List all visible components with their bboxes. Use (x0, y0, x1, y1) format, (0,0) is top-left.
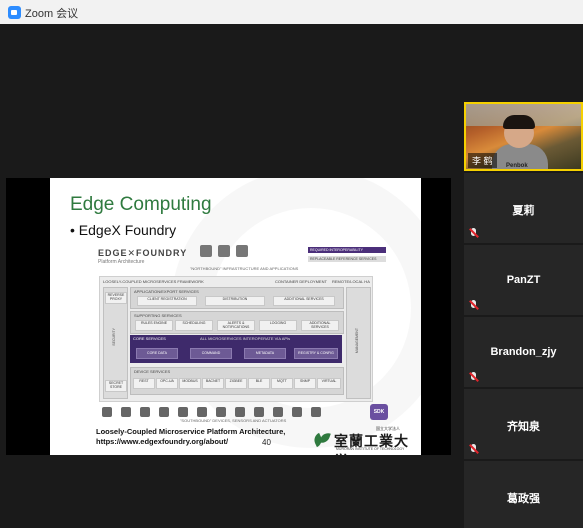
supp-box: RULES ENGINE (135, 320, 173, 331)
university-emblem-icon (312, 430, 332, 448)
app-services-label: APPLICATION/EXPORT SERVICES (134, 289, 199, 294)
app-box: ADDITIONAL SERVICES (273, 296, 335, 306)
caption-url: https://www.edgexfoundry.org/about/ (96, 437, 229, 446)
speaker-name: 李 鹤 (468, 153, 497, 168)
edgex-logo-subtitle: Platform Architecture (98, 259, 145, 265)
app-box: DISTRIBUTION (205, 296, 265, 306)
cloud-server-icons (200, 244, 260, 262)
router-icon (200, 245, 212, 257)
participant-tile[interactable]: 齐知泉 (464, 389, 583, 459)
management-label: MANAGEMENT (355, 328, 359, 354)
device-box: OPC-UA (156, 378, 178, 389)
window-titlebar: Zoom 会议 (0, 0, 583, 25)
caption-line: Loosely-Coupled Microservice Platform Ar… (96, 427, 286, 436)
participants-panel: Penbok 李 鹤 夏莉 PanZT Brandon_zjy 齐知泉 葛政强 (462, 24, 583, 528)
remote-label: REMOTE/LOCAL HA (332, 279, 370, 284)
supp-box: ALERTS & NOTIFICATIONS (217, 320, 255, 331)
supp-box: ADDITIONAL SERVICES (301, 320, 339, 331)
core-box: CORE DATA (136, 348, 178, 359)
device-box: REST (133, 378, 155, 389)
mic-muted-icon (469, 300, 478, 311)
core-label: CORE SERVICES (133, 336, 166, 341)
core-box: REGISTRY & CONFIG (294, 348, 338, 359)
mic-muted-icon (469, 372, 478, 383)
slide-bullet: • EdgeX Foundry (70, 222, 177, 238)
legend-replaceable: REPLACEABLE REFERENCE SERVICES (308, 256, 386, 262)
mic-muted-icon (469, 444, 478, 455)
participant-name: Brandon_zjy (490, 346, 557, 358)
device-icon (273, 407, 283, 417)
device-box: BLE (248, 378, 270, 389)
device-icon (235, 407, 245, 417)
slide-heading: Edge Computing (70, 194, 212, 215)
window-title: Zoom 会议 (25, 8, 79, 20)
security-column: REVERSE PROXY SECURITY SECRET STORE (103, 287, 128, 399)
architecture-diagram: LOOSELY-COUPLED MICROSERVICES FRAMEWORK … (99, 276, 373, 402)
device-box: MQTT (271, 378, 293, 389)
mic-muted-icon (469, 228, 478, 239)
supp-box: SCHEDULING (175, 320, 213, 331)
device-box: SNMP (294, 378, 316, 389)
app-box: CLIENT REGISTRATION (137, 296, 197, 306)
arch-title: LOOSELY-COUPLED MICROSERVICES FRAMEWORK (103, 279, 204, 284)
device-box: ZIGBEE (225, 378, 247, 389)
zoom-logo-icon (8, 6, 21, 19)
participant-name: 夏莉 (512, 205, 535, 217)
speaker-hair (503, 115, 535, 129)
active-speaker-video[interactable]: Penbok 李 鹤 (464, 102, 583, 171)
device-icon (292, 407, 302, 417)
device-services-band: DEVICE SERVICES REST OPC-UA MODBUS BACNE… (130, 367, 344, 395)
app-services-band: APPLICATION/EXPORT SERVICES CLIENT REGIS… (130, 287, 344, 309)
device-icon (311, 407, 321, 417)
sdk-badge: SDK (370, 404, 388, 420)
shirt-text: Penbok (506, 163, 528, 169)
university-logo: 国立大学法人 室蘭工業大学 MURORAN INSTITUTE OF TECHN… (312, 426, 418, 455)
server-icon (218, 245, 230, 257)
device-box: VIRTUAL (317, 378, 341, 389)
legend-required: REQUIRED INTEROPERABILITY FOUNDATION (308, 247, 386, 258)
core-sub-label: ALL MICROSERVICES INTEROPERATE VIA APIs (200, 336, 291, 341)
presentation-slide: Edge Computing • EdgeX Foundry EDGE✕FOUN… (50, 178, 421, 455)
device-icon (121, 407, 131, 417)
container-label: CONTAINER DEPLOYMENT (275, 279, 327, 284)
participant-name: PanZT (506, 274, 541, 286)
participant-tile[interactable]: Brandon_zjy (464, 317, 583, 387)
northbound-label: "NORTHBOUND" INFRASTRUCTURE AND APPLICAT… (190, 266, 299, 271)
supporting-services-band: SUPPORTING SERVICES RULES ENGINE SCHEDUL… (130, 311, 344, 334)
supporting-label: SUPPORTING SERVICES (134, 313, 182, 318)
edgex-logo: EDGE✕FOUNDRY (98, 248, 188, 258)
university-name-en: MURORAN INSTITUTE OF TECHNOLOGY (336, 447, 405, 451)
participant-tile[interactable]: PanZT (464, 245, 583, 315)
device-icon (216, 407, 226, 417)
management-column: MANAGEMENT (346, 287, 371, 399)
secret-store-box: SECRET STORE (105, 380, 127, 392)
reverse-proxy-box: REVERSE PROXY (105, 292, 127, 304)
screen-share[interactable]: Edge Computing • EdgeX Foundry EDGE✕FOUN… (6, 178, 451, 455)
cloud-icon (236, 245, 248, 257)
core-box: METADATA (244, 348, 286, 359)
university-name-jp: 室蘭工業大学 (334, 433, 409, 455)
device-icon (159, 407, 169, 417)
security-label: SECURITY (112, 328, 116, 346)
slide-page-number: 40 (262, 438, 271, 447)
device-services-label: DEVICE SERVICES (134, 369, 171, 374)
device-icon (140, 407, 150, 417)
device-icon (254, 407, 264, 417)
device-box: MODBUS (179, 378, 201, 389)
participant-tile[interactable]: 夏莉 (464, 173, 583, 243)
device-icon (178, 407, 188, 417)
core-box: COMMAND (190, 348, 232, 359)
participant-tile[interactable]: 葛政强 (464, 461, 583, 528)
southbound-label: "SOUTHBOUND" DEVICES, SENSORS AND ACTUAT… (180, 418, 287, 423)
participant-name: 齐知泉 (507, 421, 540, 433)
device-box: BACNET (202, 378, 224, 389)
device-icon (102, 407, 112, 417)
slide-caption: Loosely-Coupled Microservice Platform Ar… (96, 427, 285, 447)
device-icon (197, 407, 207, 417)
supp-box: LOGGING (259, 320, 297, 331)
core-services-band: CORE SERVICES ALL MICROSERVICES INTEROPE… (130, 335, 342, 363)
participant-name: 葛政强 (507, 493, 540, 505)
